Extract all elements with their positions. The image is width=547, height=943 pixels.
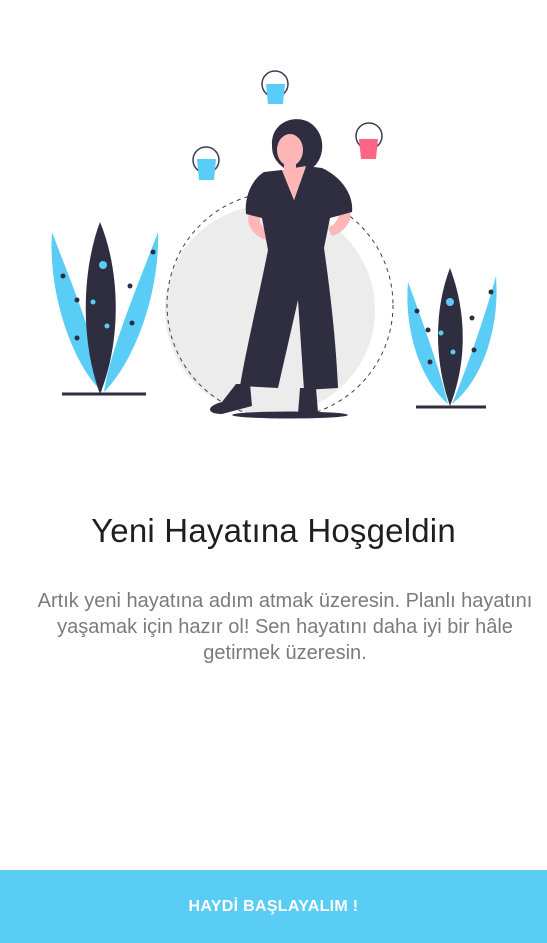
cup-icon [192,146,220,180]
left-plant-icon [51,222,159,396]
onboarding-screen: Yeni Hayatına Hoşgeldin Artık yeni hayat… [0,0,547,943]
woman-juggling-illustration [51,70,497,419]
cup-icon [261,70,289,104]
welcome-title: Yeni Hayatına Hoşgeldin [91,512,456,549]
cup-icon [355,122,383,159]
right-plant-icon [407,268,497,409]
start-button[interactable]: HAYDİ BAŞLAYALIM ! [0,870,547,943]
welcome-description: Artık yeni hayatına adım atmak üzeresin.… [37,590,533,664]
